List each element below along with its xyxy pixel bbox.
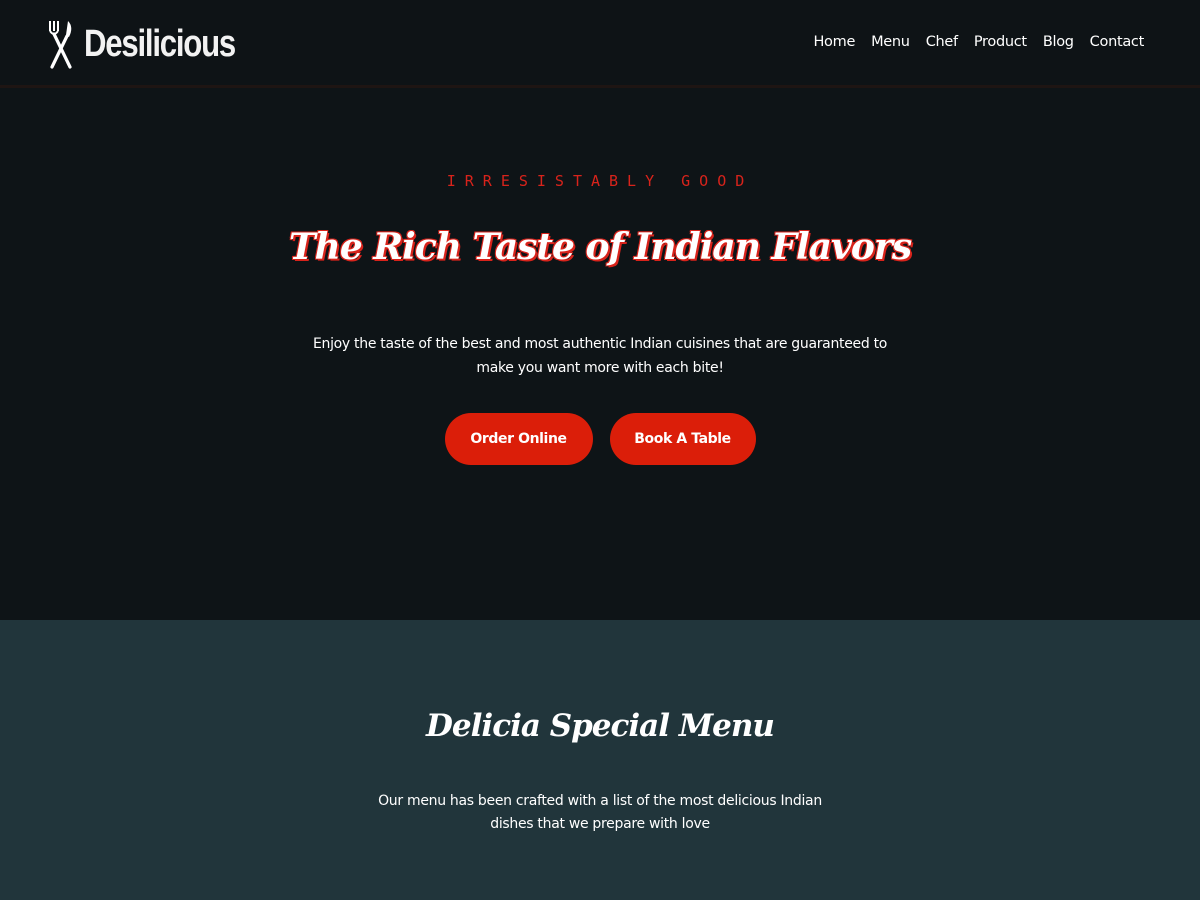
- nav-contact[interactable]: Contact: [1090, 34, 1145, 50]
- hero-button-row: Order Online Book A Table: [0, 413, 1200, 465]
- nav-blog[interactable]: Blog: [1043, 34, 1074, 50]
- nav-home[interactable]: Home: [813, 34, 855, 50]
- special-menu-section: Delicia Special Menu Our menu has been c…: [0, 620, 1200, 900]
- nav-product[interactable]: Product: [974, 34, 1027, 50]
- hero-title: The Rich Taste of Indian Flavors: [288, 226, 912, 268]
- nav-chef[interactable]: Chef: [926, 34, 958, 50]
- fork-knife-icon: [46, 19, 76, 69]
- hero-section: IRRESISTABLY GOOD The Rich Taste of Indi…: [0, 88, 1200, 620]
- order-online-button[interactable]: Order Online: [444, 413, 593, 465]
- site-logo[interactable]: Desilicious: [46, 18, 268, 70]
- logo-text: Desilicious: [84, 22, 236, 65]
- nav-menu[interactable]: Menu: [871, 34, 910, 50]
- main-nav: Home Menu Chef Product Blog Contact: [813, 34, 1144, 50]
- book-table-button[interactable]: Book A Table: [609, 413, 756, 465]
- hero-eyebrow: IRRESISTABLY GOOD: [446, 172, 754, 190]
- menu-section-title: Delicia Special Menu: [426, 708, 775, 744]
- hero-description: Enjoy the taste of the best and most aut…: [312, 336, 888, 376]
- menu-section-description: Our menu has been crafted with a list of…: [378, 793, 822, 832]
- site-header: Desilicious Home Menu Chef Product Blog …: [0, 0, 1200, 88]
